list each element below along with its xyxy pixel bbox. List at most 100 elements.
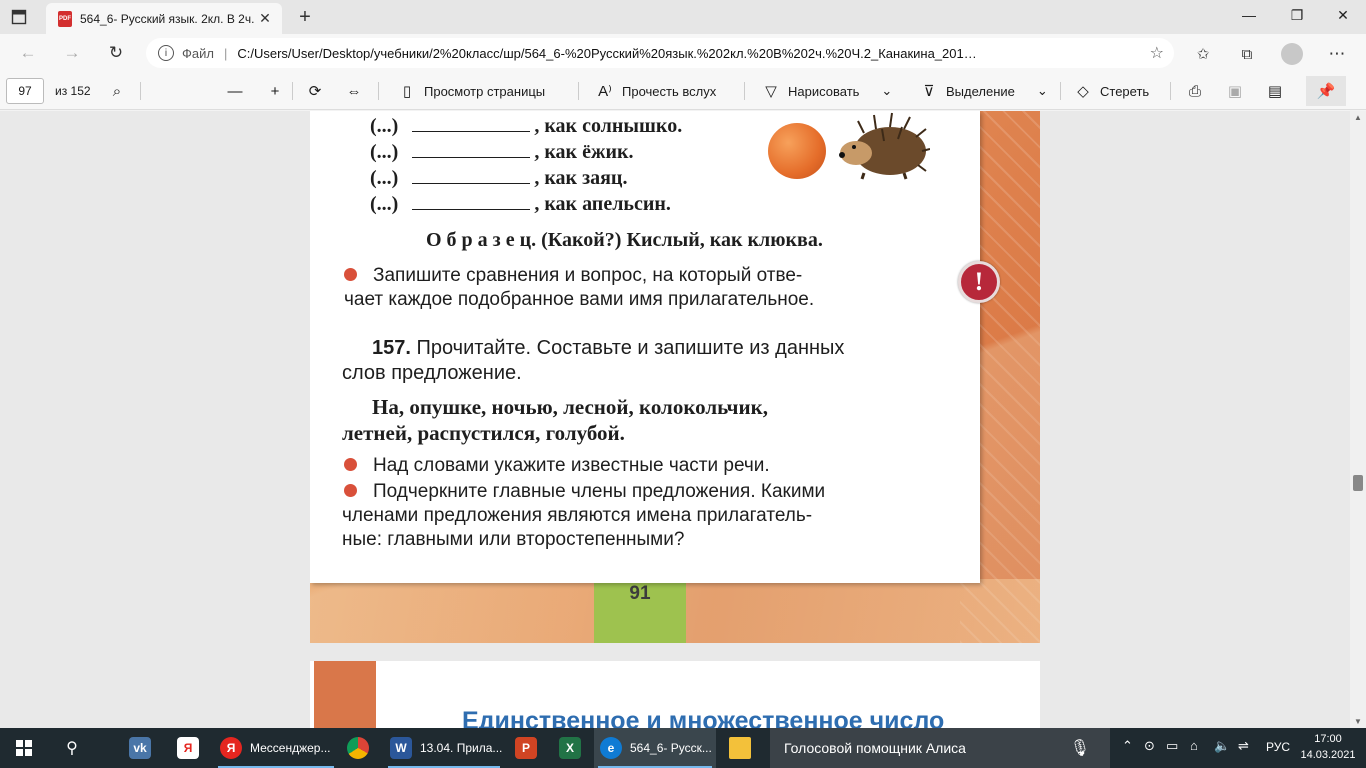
exercise-heading: слов предложение.	[342, 362, 522, 384]
highlight-button[interactable]: ⊽ Выделение ⌄	[920, 80, 1048, 102]
bullet-icon	[344, 268, 357, 281]
bullet-icon	[344, 458, 357, 471]
new-tab-button[interactable]: +	[292, 4, 318, 30]
sample-line: О б р а з е ц. (Какой?) Кислый, как клюк…	[426, 229, 823, 251]
hedgehog-illustration	[839, 112, 930, 180]
save-as-icon[interactable]: ▤	[1266, 80, 1284, 102]
browser-tab-bar: PDF 564_6- Русский язык. 2кл. В 2ч. ✕ + …	[0, 0, 1366, 34]
task-instruction: ные: главными или второстепенными?	[342, 529, 685, 550]
maximize-button[interactable]: ❐	[1274, 0, 1320, 30]
word-list: летней, распустился, голубой.	[342, 421, 625, 445]
chevron-down-icon[interactable]: ⌄	[1037, 83, 1048, 99]
exercise-row: (...), как апельсин.	[370, 193, 671, 215]
tab-close-icon[interactable]: ✕	[256, 10, 274, 27]
address-separator: |	[223, 45, 228, 61]
scrollbar-thumb[interactable]	[1353, 475, 1363, 491]
zoom-in-icon[interactable]: +	[266, 80, 284, 102]
tab-actions-icon[interactable]	[8, 6, 30, 28]
pdf-page: 91 (...), как солнышко. (...), как ёжик.…	[310, 111, 1040, 643]
language-indicator-icon[interactable]: ⇌	[1238, 738, 1249, 754]
exercise-heading: 157. Прочитайте. Составьте и запишите из…	[372, 337, 845, 359]
toolbar-divider	[378, 82, 379, 100]
chevron-down-icon[interactable]: ⌄	[881, 83, 892, 99]
yandex-app-icon[interactable]: Я	[164, 728, 212, 768]
erase-button[interactable]: ◇ Стереть	[1074, 80, 1149, 102]
info-icon[interactable]: i	[158, 45, 174, 61]
save-icon[interactable]: ▣	[1226, 80, 1244, 102]
page-sheet: (...), как солнышко. (...), как ёжик. (.…	[310, 111, 1000, 583]
taskbar-app-edge[interactable]: e 564_6- Русск...	[594, 728, 716, 768]
pdf-viewer[interactable]: 91 (...), как солнышко. (...), как ёжик.…	[0, 111, 1366, 728]
toolbar-divider	[140, 82, 141, 100]
exercise-row: (...), как заяц.	[370, 167, 628, 189]
task-instruction: Запишите сравнения и вопрос, на который …	[344, 265, 802, 287]
windows-taskbar: ⚲ vk Я Я Мессенджер... W 13.04. Прила... P…	[0, 728, 1366, 768]
scroll-down-icon[interactable]: ▼	[1354, 717, 1362, 726]
collections-icon[interactable]: ⧉	[1236, 43, 1258, 65]
windows-logo-icon	[16, 740, 32, 756]
favorites-icon[interactable]: ✩	[1192, 43, 1214, 65]
voice-assistant-bar[interactable]: Голосовой помощник Алиса 🎙	[770, 728, 1110, 768]
battery-icon[interactable]: ▭	[1166, 738, 1178, 754]
warning-icon: !	[958, 261, 1000, 303]
chrome-app-icon[interactable]	[336, 728, 380, 768]
scroll-up-icon[interactable]: ▲	[1354, 113, 1362, 122]
meet-now-icon[interactable]: ⊙	[1144, 738, 1155, 754]
pen-icon: ▽	[765, 83, 777, 100]
profile-avatar[interactable]	[1281, 43, 1303, 65]
toolbar-divider	[1060, 82, 1061, 100]
taskbar-app-messenger[interactable]: Я Мессенджер...	[214, 728, 338, 768]
search-icon[interactable]: ⌕	[108, 80, 126, 102]
clock-time: 17:00	[1314, 733, 1342, 745]
toolbar-divider	[744, 82, 745, 100]
language-indicator[interactable]: РУС	[1266, 740, 1290, 754]
vertical-scrollbar[interactable]: ▲ ▼	[1350, 111, 1366, 728]
print-icon[interactable]: ⎙	[1186, 80, 1204, 102]
excel-app-icon[interactable]: X	[548, 728, 592, 768]
browser-tab-active[interactable]: PDF 564_6- Русский язык. 2кл. В 2ч. ✕	[46, 3, 282, 34]
microphone-icon[interactable]: 🎙	[1070, 738, 1090, 758]
page-total-label: из 152	[55, 84, 91, 98]
pdf-toolbar: 97 из 152 ⌕ — + ⟳ ⇔ ▯ Просмотр страницы A…	[0, 72, 1366, 110]
close-window-button[interactable]: ✕	[1320, 0, 1366, 30]
file-explorer-icon[interactable]	[718, 728, 762, 768]
highlighter-icon: ⊽	[923, 83, 935, 100]
system-clock[interactable]: 17:00 14.03.2021	[1296, 731, 1360, 763]
toolbar-divider	[578, 82, 579, 100]
fit-page-icon[interactable]: ⇔	[345, 80, 363, 102]
page-view-button[interactable]: ▯ Просмотр страницы	[398, 80, 545, 102]
vk-app-icon[interactable]: vk	[116, 728, 164, 768]
page-number-input[interactable]: 97	[6, 78, 44, 104]
address-bar[interactable]: i Файл | C:/Users/User/Desktop/учебники/…	[146, 38, 1174, 68]
search-icon[interactable]: ⚲	[48, 728, 96, 768]
draw-button[interactable]: ▽ Нарисовать ⌄	[762, 80, 892, 102]
toolbar-divider	[1170, 82, 1171, 100]
eraser-icon: ◇	[1077, 83, 1089, 100]
refresh-icon[interactable]: ↻	[102, 39, 130, 67]
more-menu-icon[interactable]: ⋯	[1326, 43, 1348, 65]
forward-arrow-icon[interactable]: →	[58, 39, 86, 67]
rotate-icon[interactable]: ⟳	[306, 80, 324, 102]
clock-date: 14.03.2021	[1300, 749, 1356, 761]
task-instruction: Подчеркните главные члены предложения. К…	[344, 481, 825, 503]
browser-nav-bar: ← → ↻ i Файл | C:/Users/User/Desktop/уче…	[0, 34, 1366, 72]
add-favorite-icon[interactable]: ☆	[1150, 43, 1164, 63]
back-arrow-icon[interactable]: ←	[14, 39, 42, 67]
network-icon[interactable]: ⌂	[1190, 738, 1198, 753]
pin-toolbar-icon[interactable]: 📌	[1306, 76, 1346, 106]
task-instruction: членами предложения являются имена прила…	[342, 505, 813, 526]
start-button[interactable]	[0, 728, 48, 768]
minimize-button[interactable]: —	[1226, 0, 1272, 30]
bullet-icon	[344, 484, 357, 497]
zoom-out-icon[interactable]: —	[226, 80, 244, 102]
address-url[interactable]: C:/Users/User/Desktop/учебники/2%20класс…	[237, 46, 1127, 61]
task-instruction: чает каждое подобранное вами имя прилага…	[344, 289, 815, 310]
taskbar-app-word[interactable]: W 13.04. Прила...	[384, 728, 504, 768]
read-aloud-button[interactable]: A⁾ Прочесть вслух	[596, 80, 716, 102]
toolbar-divider	[292, 82, 293, 100]
pdf-page-next: Единственное и множественное число	[310, 661, 1040, 728]
powerpoint-app-icon[interactable]: P	[504, 728, 548, 768]
show-hidden-icons[interactable]: ⌃	[1122, 738, 1133, 754]
pdf-file-icon: PDF	[58, 10, 72, 27]
volume-icon[interactable]: 🔈	[1214, 738, 1230, 754]
